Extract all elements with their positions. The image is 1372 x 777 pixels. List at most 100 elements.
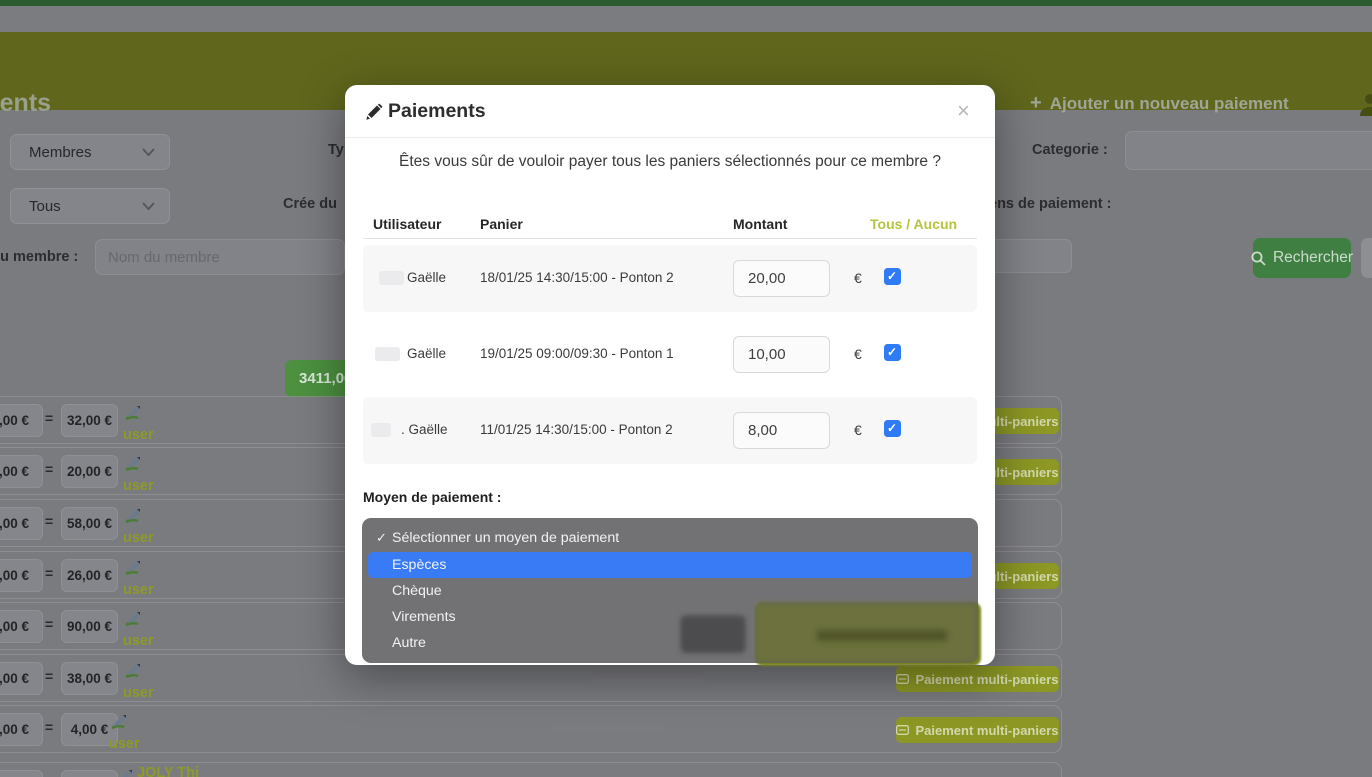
search-button-label: Rechercher	[1273, 249, 1353, 267]
member-name-input[interactable]	[96, 240, 344, 274]
header-divider	[363, 238, 977, 239]
amount-field-wrap	[733, 412, 830, 449]
redacted-text	[589, 674, 707, 682]
paid-amount-box[interactable]	[0, 770, 43, 777]
dropdown-option-virements[interactable]: Virements	[368, 604, 972, 630]
redacted-text	[549, 724, 669, 732]
amount-input[interactable]	[734, 413, 829, 448]
edit-user-icon[interactable]	[125, 405, 142, 420]
paid-amount-box[interactable]: 0,00 €	[0, 455, 43, 488]
basket-row: . Gaëlle 11/01/25 14:30/15:00 - Ponton 2…	[363, 397, 977, 464]
status-select-value: Tous	[29, 198, 61, 215]
edit-user-icon[interactable]	[125, 456, 142, 471]
total-amount-box[interactable]: 26,00 €	[61, 559, 118, 592]
payment-method-label: Moyen de paiement :	[363, 489, 501, 505]
edit-user-icon[interactable]	[111, 714, 128, 729]
total-amount-box[interactable]: 32,00 €	[61, 404, 118, 437]
member-name-link[interactable]: JOLY Thi	[137, 765, 199, 777]
paid-amount-box[interactable]: 0,00 €	[0, 610, 43, 643]
dropdown-option-autre[interactable]: Autre	[368, 630, 972, 656]
top-strip	[0, 6, 1372, 32]
close-icon[interactable]: ×	[957, 100, 970, 122]
add-payment-button[interactable]: + Ajouter un nouveau paiement	[1030, 92, 1289, 115]
user-link[interactable]: user	[123, 582, 154, 598]
payment-method-dropdown: ✓ Sélectionner un moyen de paiement Espè…	[362, 518, 978, 663]
modal-title: Paiements	[388, 100, 486, 123]
select-all-toggle[interactable]: Tous / Aucun	[870, 216, 957, 232]
amount-input[interactable]	[734, 337, 829, 372]
edit-user-icon[interactable]	[117, 769, 134, 777]
category-input[interactable]	[1126, 132, 1372, 169]
user-link[interactable]: user	[123, 427, 154, 443]
multi-basket-badge-label: Paiement multi-paniers	[915, 672, 1058, 687]
total-amount-box[interactable]: 58,00 €	[61, 507, 118, 540]
edit-user-icon[interactable]	[125, 508, 142, 523]
paid-amount-box[interactable]: 0,00 €	[0, 507, 43, 540]
basket-checkbox[interactable]	[884, 344, 901, 361]
edge-button[interactable]	[1361, 238, 1372, 278]
edit-user-icon[interactable]	[125, 663, 142, 678]
multi-basket-payment-badge[interactable]: Paiement multi-paniers	[896, 717, 1059, 743]
edit-user-icon[interactable]	[125, 560, 142, 575]
user-link[interactable]: user	[123, 478, 154, 494]
equals-sign: =	[45, 668, 53, 684]
basket-checkbox[interactable]	[884, 268, 901, 285]
paid-amount-box[interactable]: 8,00 €	[0, 662, 43, 695]
paid-amount-box[interactable]: 6,00 €	[0, 559, 43, 592]
dropdown-option-cheque[interactable]: Chèque	[368, 578, 972, 604]
card-icon	[896, 674, 909, 684]
user-link[interactable]: user	[123, 633, 154, 649]
category-field-wrap	[1125, 131, 1372, 170]
paid-amount-box[interactable]: ,00 €	[0, 713, 43, 746]
total-amount-box[interactable]	[61, 770, 118, 777]
dropdown-option-label: Autre	[392, 635, 426, 651]
user-link[interactable]: user	[123, 530, 154, 546]
amount-input[interactable]	[734, 261, 829, 296]
dropdown-option-placeholder[interactable]: ✓ Sélectionner un moyen de paiement	[368, 525, 972, 551]
equals-sign: =	[45, 616, 53, 632]
basket-row: Gaëlle 19/01/25 09:00/09:30 - Ponton 1 €	[363, 321, 977, 388]
basket-description: 11/01/25 14:30/15:00 - Ponton 2	[480, 422, 673, 437]
dropdown-option-label: Espèces	[392, 557, 446, 573]
column-header-basket: Panier	[480, 216, 523, 232]
redacted-name	[371, 423, 391, 437]
basket-user: Gaëlle	[407, 346, 446, 361]
total-amount-box[interactable]: 20,00 €	[61, 455, 118, 488]
user-icon[interactable]	[1358, 92, 1372, 116]
equals-sign: =	[45, 461, 53, 477]
card-icon	[896, 725, 909, 735]
currency-symbol: €	[854, 270, 862, 286]
amount-field-wrap	[733, 336, 830, 373]
user-link[interactable]: user	[109, 736, 140, 752]
edit-user-icon[interactable]	[125, 611, 142, 626]
payment-methods-input[interactable]	[986, 240, 1071, 272]
status-select[interactable]: Tous	[10, 188, 170, 224]
basket-checkbox[interactable]	[884, 420, 901, 437]
dropdown-option-label: Sélectionner un moyen de paiement	[392, 530, 619, 546]
equals-sign: =	[45, 565, 53, 581]
member-type-select-value: Membres	[29, 144, 92, 161]
basket-user: . Gaëlle	[401, 422, 448, 437]
user-link[interactable]: user	[123, 685, 154, 701]
category-label: Categorie :	[1032, 142, 1108, 158]
dropdown-option-especes[interactable]: Espèces	[368, 552, 972, 578]
basket-description: 18/01/25 14:30/15:00 - Ponton 2	[480, 270, 674, 285]
dropdown-option-label: Chèque	[392, 583, 442, 599]
plus-icon: +	[1030, 92, 1042, 115]
search-button[interactable]: Rechercher	[1253, 238, 1351, 278]
equals-sign: =	[45, 719, 53, 735]
paid-amount-box[interactable]: 2,00 €	[0, 404, 43, 437]
chevron-down-icon	[142, 202, 155, 210]
add-payment-button-label: Ajouter un nouveau paiement	[1050, 94, 1289, 114]
total-amount-box[interactable]: 90,00 €	[61, 610, 118, 643]
multi-basket-badge-label: Paiement multi-paniers	[915, 723, 1058, 738]
total-amount-box[interactable]: 38,00 €	[61, 662, 118, 695]
confirmation-question: Êtes vous sûr de vouloir payer tous les …	[345, 153, 995, 171]
basket-description: 19/01/25 09:00/09:30 - Ponton 1	[480, 346, 674, 361]
redacted-name	[379, 271, 404, 285]
multi-basket-payment-badge[interactable]: Paiement multi-paniers	[896, 666, 1059, 692]
member-type-select[interactable]: Membres	[10, 134, 170, 170]
payment-row[interactable]: ,00 € = 4,00 € user Paiement multi-panie…	[0, 705, 1062, 753]
dropdown-option-label: Virements	[392, 609, 456, 625]
pencil-icon	[366, 103, 383, 120]
